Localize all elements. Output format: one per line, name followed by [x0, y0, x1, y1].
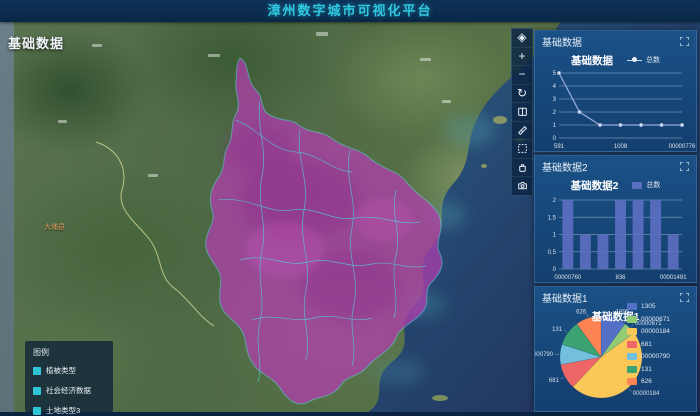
reset-north-icon[interactable]: ↻ — [512, 85, 532, 104]
pie-legend-label: 1305 — [641, 303, 655, 310]
svg-text:2: 2 — [553, 110, 557, 116]
pie-legend-swatch — [627, 366, 637, 373]
pie-legend-item[interactable]: 00000671 — [627, 316, 670, 323]
app-title: 漳州数字城市可视化平台 — [0, 0, 700, 22]
panel-title: 基础数据 — [542, 34, 582, 49]
pie-legend-label: 00000671 — [641, 316, 670, 323]
bar-chart: 0 0.5 1 1.5 2 00000760 836 00001491 — [535, 194, 697, 282]
map-legend-list: 植被类型社会经济数据土地类型3 — [33, 365, 113, 416]
svg-text:4: 4 — [553, 84, 557, 90]
pie-legend-swatch — [627, 353, 637, 360]
app: 基础数据 大埔县 图例 植被类型社会经济数据土地类型3 ◈+−↻ 漳州数字城市可… — [0, 0, 700, 412]
pie-legend-swatch — [627, 316, 637, 323]
svg-text:0: 0 — [553, 267, 557, 273]
legend-item-label: 社会经济数据 — [46, 385, 91, 396]
map-legend-item[interactable]: 社会经济数据 — [33, 385, 113, 396]
svg-text:00000790: 00000790 — [535, 352, 554, 358]
map-legend-item[interactable]: 植被类型 — [33, 365, 113, 376]
pie-legend-item[interactable]: 1305 — [627, 303, 670, 310]
svg-text:00000184: 00000184 — [633, 391, 660, 397]
legend-label: 总数 — [646, 180, 660, 190]
clear-icon[interactable] — [512, 159, 532, 178]
zoom-in-icon[interactable]: + — [512, 48, 532, 67]
measure-distance-icon[interactable] — [512, 122, 532, 141]
svg-text:0: 0 — [553, 136, 557, 142]
line-chart: 0 1 2 3 4 5 591 1008 00000776 — [535, 67, 697, 151]
svg-text:1: 1 — [553, 233, 557, 239]
svg-text:2: 2 — [553, 198, 557, 204]
map-legend-title: 图例 — [33, 347, 113, 358]
pie-legend-item[interactable]: 00000790 — [627, 353, 670, 360]
svg-text:681: 681 — [549, 378, 560, 384]
map-legend-item[interactable]: 土地类型3 — [33, 405, 113, 416]
svg-text:1.5: 1.5 — [548, 215, 557, 221]
pie-legend-label: 626 — [641, 378, 652, 385]
panel-basic-data-2: 基础数据2 基础数据2 总数 0 0.5 1 1.5 2 00000760 836 00001… — [534, 155, 697, 283]
svg-text:00000760: 00000760 — [554, 275, 581, 281]
map-place-label: 大埔县 — [44, 222, 65, 232]
chart-title: 基础数据2 — [571, 178, 619, 193]
chart-legend[interactable]: 总数 — [627, 55, 660, 65]
pie-legend-swatch — [627, 303, 637, 310]
pie-legend-label: 681 — [641, 341, 652, 348]
pie-legend-label: 00000184 — [641, 328, 670, 335]
snapshot-icon[interactable] — [512, 177, 532, 195]
svg-text:591: 591 — [554, 144, 565, 150]
map-legend-panel: 图例 植被类型社会经济数据土地类型3 — [25, 341, 113, 412]
pie-legend-item[interactable]: 00000184 — [627, 328, 670, 335]
pie-legend-label: 131 — [641, 366, 652, 373]
pie-legend: 1305 00000671 00000184 681 00000790 131 626 — [627, 303, 670, 391]
pie-legend-item[interactable]: 681 — [627, 341, 670, 348]
measure-area-icon[interactable] — [512, 140, 532, 159]
layer-title: 基础数据 — [8, 33, 64, 52]
pie-legend-label: 00000790 — [641, 353, 670, 360]
expand-icon[interactable] — [680, 37, 689, 46]
svg-text:836: 836 — [615, 275, 626, 281]
legend-swatch — [33, 407, 41, 415]
pie-legend-item[interactable]: 626 — [627, 378, 670, 385]
svg-text:00000776: 00000776 — [669, 144, 696, 150]
header-bar: 漳州数字城市可视化平台 — [0, 0, 700, 22]
svg-text:131: 131 — [552, 327, 563, 333]
legend-swatch — [33, 367, 41, 375]
svg-text:0.5: 0.5 — [548, 250, 557, 256]
chart-title: 基础数据 — [571, 53, 613, 68]
legend-item-label: 植被类型 — [46, 365, 76, 376]
legend-label: 总数 — [646, 55, 660, 65]
svg-text:1008: 1008 — [614, 144, 628, 150]
pie-legend-swatch — [627, 341, 637, 348]
pie-legend-item[interactable]: 131 — [627, 366, 670, 373]
zoom-out-icon[interactable]: − — [512, 66, 532, 85]
panel-basic-data: 基础数据 基础数据 总数 0 1 2 3 4 5 591 1008 00000776 — [534, 30, 697, 152]
province-boundary — [96, 142, 214, 326]
panel-title: 基础数据2 — [542, 159, 588, 174]
expand-icon[interactable] — [680, 162, 689, 171]
layers-home-icon[interactable]: ◈ — [512, 29, 532, 48]
legend-line-marker — [627, 60, 642, 61]
pie-legend-swatch — [627, 378, 637, 385]
chart-legend[interactable]: 总数 — [632, 180, 660, 190]
pie-legend-swatch — [627, 328, 637, 335]
panel-basic-data-1: 基础数据1 1305000006710000018468100000790131… — [534, 286, 697, 412]
legend-item-label: 土地类型3 — [46, 405, 80, 416]
legend-swatch — [33, 387, 41, 395]
map-toolbar: ◈+−↻ — [511, 28, 533, 196]
pie-chart: 1305 00000671 00000184 681 00000790 131 626 — [535, 287, 697, 412]
svg-text:00001491: 00001491 — [660, 275, 687, 281]
split-screen-icon[interactable] — [512, 103, 532, 122]
svg-text:5: 5 — [553, 71, 557, 77]
svg-text:1: 1 — [553, 123, 557, 129]
svg-text:3: 3 — [553, 97, 557, 103]
legend-bar-marker — [632, 182, 642, 189]
